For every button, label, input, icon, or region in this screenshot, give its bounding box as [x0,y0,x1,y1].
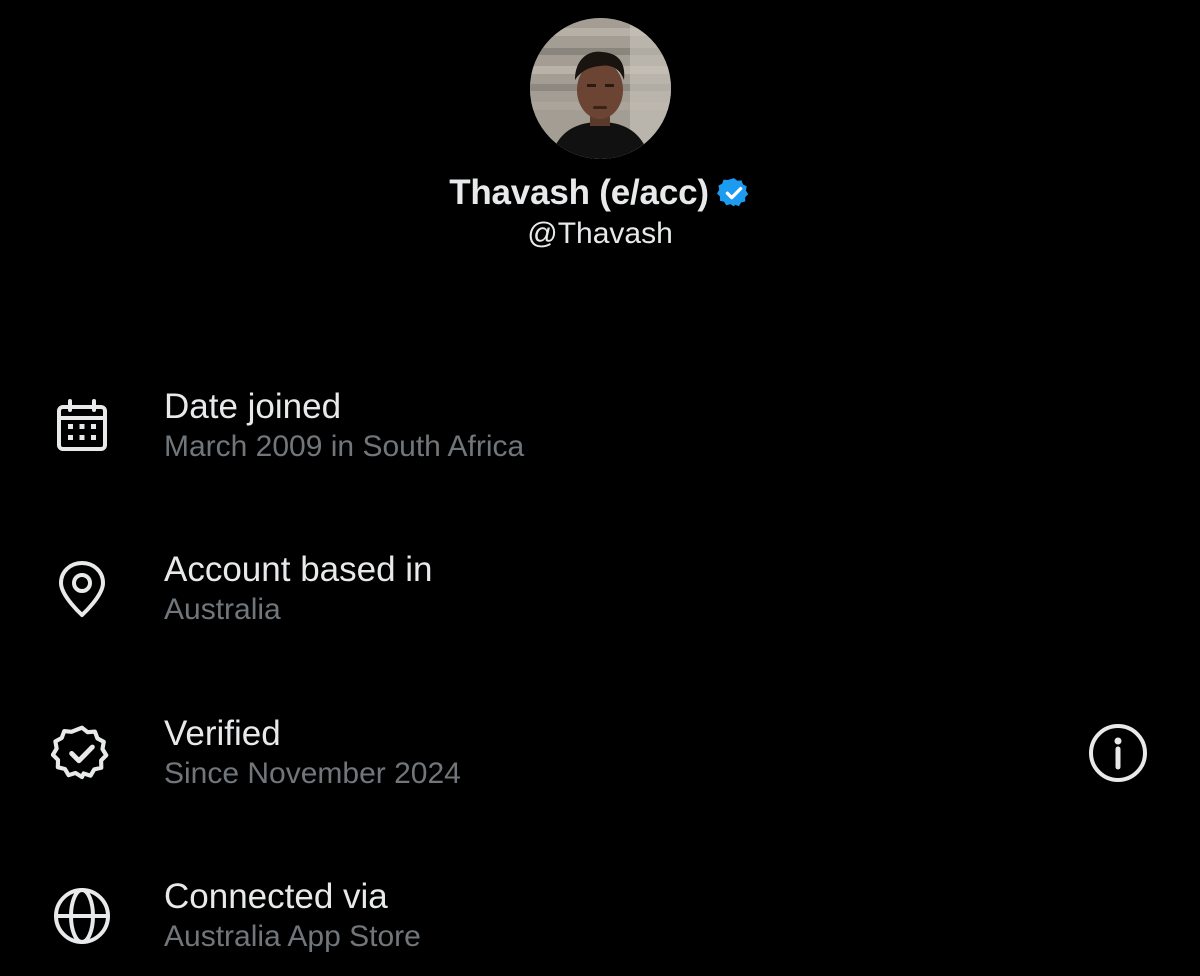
detail-value: Australia [164,593,281,626]
calendar-icon [50,394,114,458]
detail-text: Date joined March 2009 in South Africa [164,386,524,466]
detail-text: Connected via Australia App Store [164,876,421,956]
detail-title: Account based in [164,550,433,589]
avatar[interactable] [529,18,671,159]
detail-value: Australia App Store [164,920,421,953]
handle: @Thavash [527,217,673,250]
globe-icon [50,884,114,948]
display-name: Thavash (e/acc) [449,173,709,212]
detail-title: Verified [164,714,281,753]
verified-badge-outline-icon [50,721,114,785]
name-row: Thavash (e/acc) [449,171,751,215]
detail-row-account-based-in: Account based in Australia [0,549,1200,649]
detail-row-verified: Verified Since November 2024 [0,713,1200,813]
detail-title: Connected via [164,877,388,916]
profile-header: Thavash (e/acc) @Thavash [0,18,1200,251]
verified-badge-icon[interactable] [716,176,751,210]
location-pin-icon [50,557,114,621]
detail-value: March 2009 in South Africa [164,430,525,463]
detail-text: Account based in Australia [164,549,433,629]
detail-title: Date joined [164,387,342,426]
detail-value: Since November 2024 [164,757,461,790]
detail-row-connected-via: Connected via Australia App Store [0,876,1200,976]
info-icon[interactable] [1084,719,1152,787]
detail-text: Verified Since November 2024 [164,713,461,793]
detail-row-date-joined: Date joined March 2009 in South Africa [0,386,1200,486]
